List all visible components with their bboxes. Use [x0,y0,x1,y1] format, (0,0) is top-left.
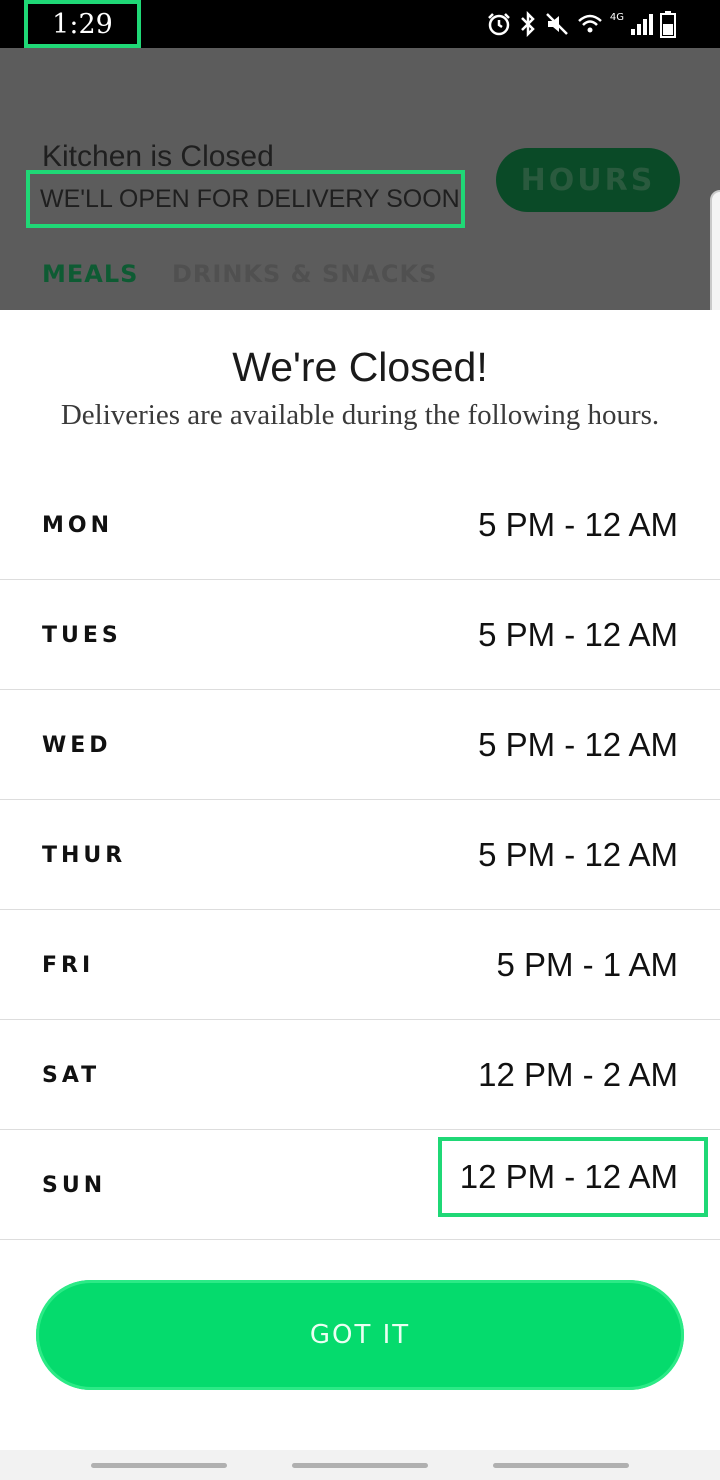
day-label: TUES [42,622,122,648]
hours-time: 5 PM - 12 AM [478,726,678,763]
status-icons: 4G [486,0,676,48]
hours-row-fri: FRI 5 PM - 1 AM [0,910,720,1020]
day-label: SAT [42,1062,101,1088]
hours-row-mon: MON 5 PM - 12 AM [0,470,720,580]
wifi-icon [576,0,604,48]
status-time: 1:29 [24,0,141,48]
day-label: MON [42,512,114,538]
delivery-status-subtitle: WE'LL OPEN FOR DELIVERY SOON [26,170,465,228]
tab-meals[interactable]: MEALS [42,260,138,288]
hours-time: 12 PM - 2 AM [478,1056,678,1093]
hours-row-sun: SUN 12 PM - 12 AM [0,1130,720,1240]
nav-back-handle[interactable] [493,1463,629,1468]
battery-icon [660,0,676,48]
modal-subtitle: Deliveries are available during the foll… [60,399,660,431]
bluetooth-icon [518,0,538,48]
status-bar: 1:29 4G [0,0,720,48]
hours-button[interactable]: HOURS [496,148,680,212]
nav-recents-handle[interactable] [91,1463,227,1468]
hours-time: 5 PM - 1 AM [496,946,678,983]
day-label: SUN [42,1172,107,1198]
nav-home-handle[interactable] [292,1463,428,1468]
kitchen-status-title: Kitchen is Closed [42,140,274,173]
mute-icon [544,0,570,48]
hours-modal: We're Closed! Deliveries are available d… [0,310,720,1450]
day-label: WED [42,732,112,758]
hours-time: 5 PM - 12 AM [478,836,678,873]
navigation-bar [0,1450,720,1480]
hours-time-highlighted: 12 PM - 12 AM [438,1137,708,1217]
got-it-button[interactable]: GOT IT [36,1280,684,1390]
modal-title: We're Closed! [232,344,488,390]
hours-row-wed: WED 5 PM - 12 AM [0,690,720,800]
alarm-icon [486,0,512,48]
signal-icon [630,0,654,48]
hours-row-sat: SAT 12 PM - 2 AM [0,1020,720,1130]
hours-time: 5 PM - 12 AM [478,616,678,653]
hours-row-thur: THUR 5 PM - 12 AM [0,800,720,910]
hours-row-tues: TUES 5 PM - 12 AM [0,580,720,690]
background-app: Kitchen is Closed WE'LL OPEN FOR DELIVER… [0,48,720,310]
day-label: FRI [42,952,95,978]
hours-time: 5 PM - 12 AM [478,506,678,543]
tab-drinks-snacks[interactable]: DRINKS & SNACKS [172,260,437,288]
network-label: 4G [609,11,624,23]
day-label: THUR [42,842,127,868]
hours-list: MON 5 PM - 12 AM TUES 5 PM - 12 AM WED 5… [0,470,720,1240]
